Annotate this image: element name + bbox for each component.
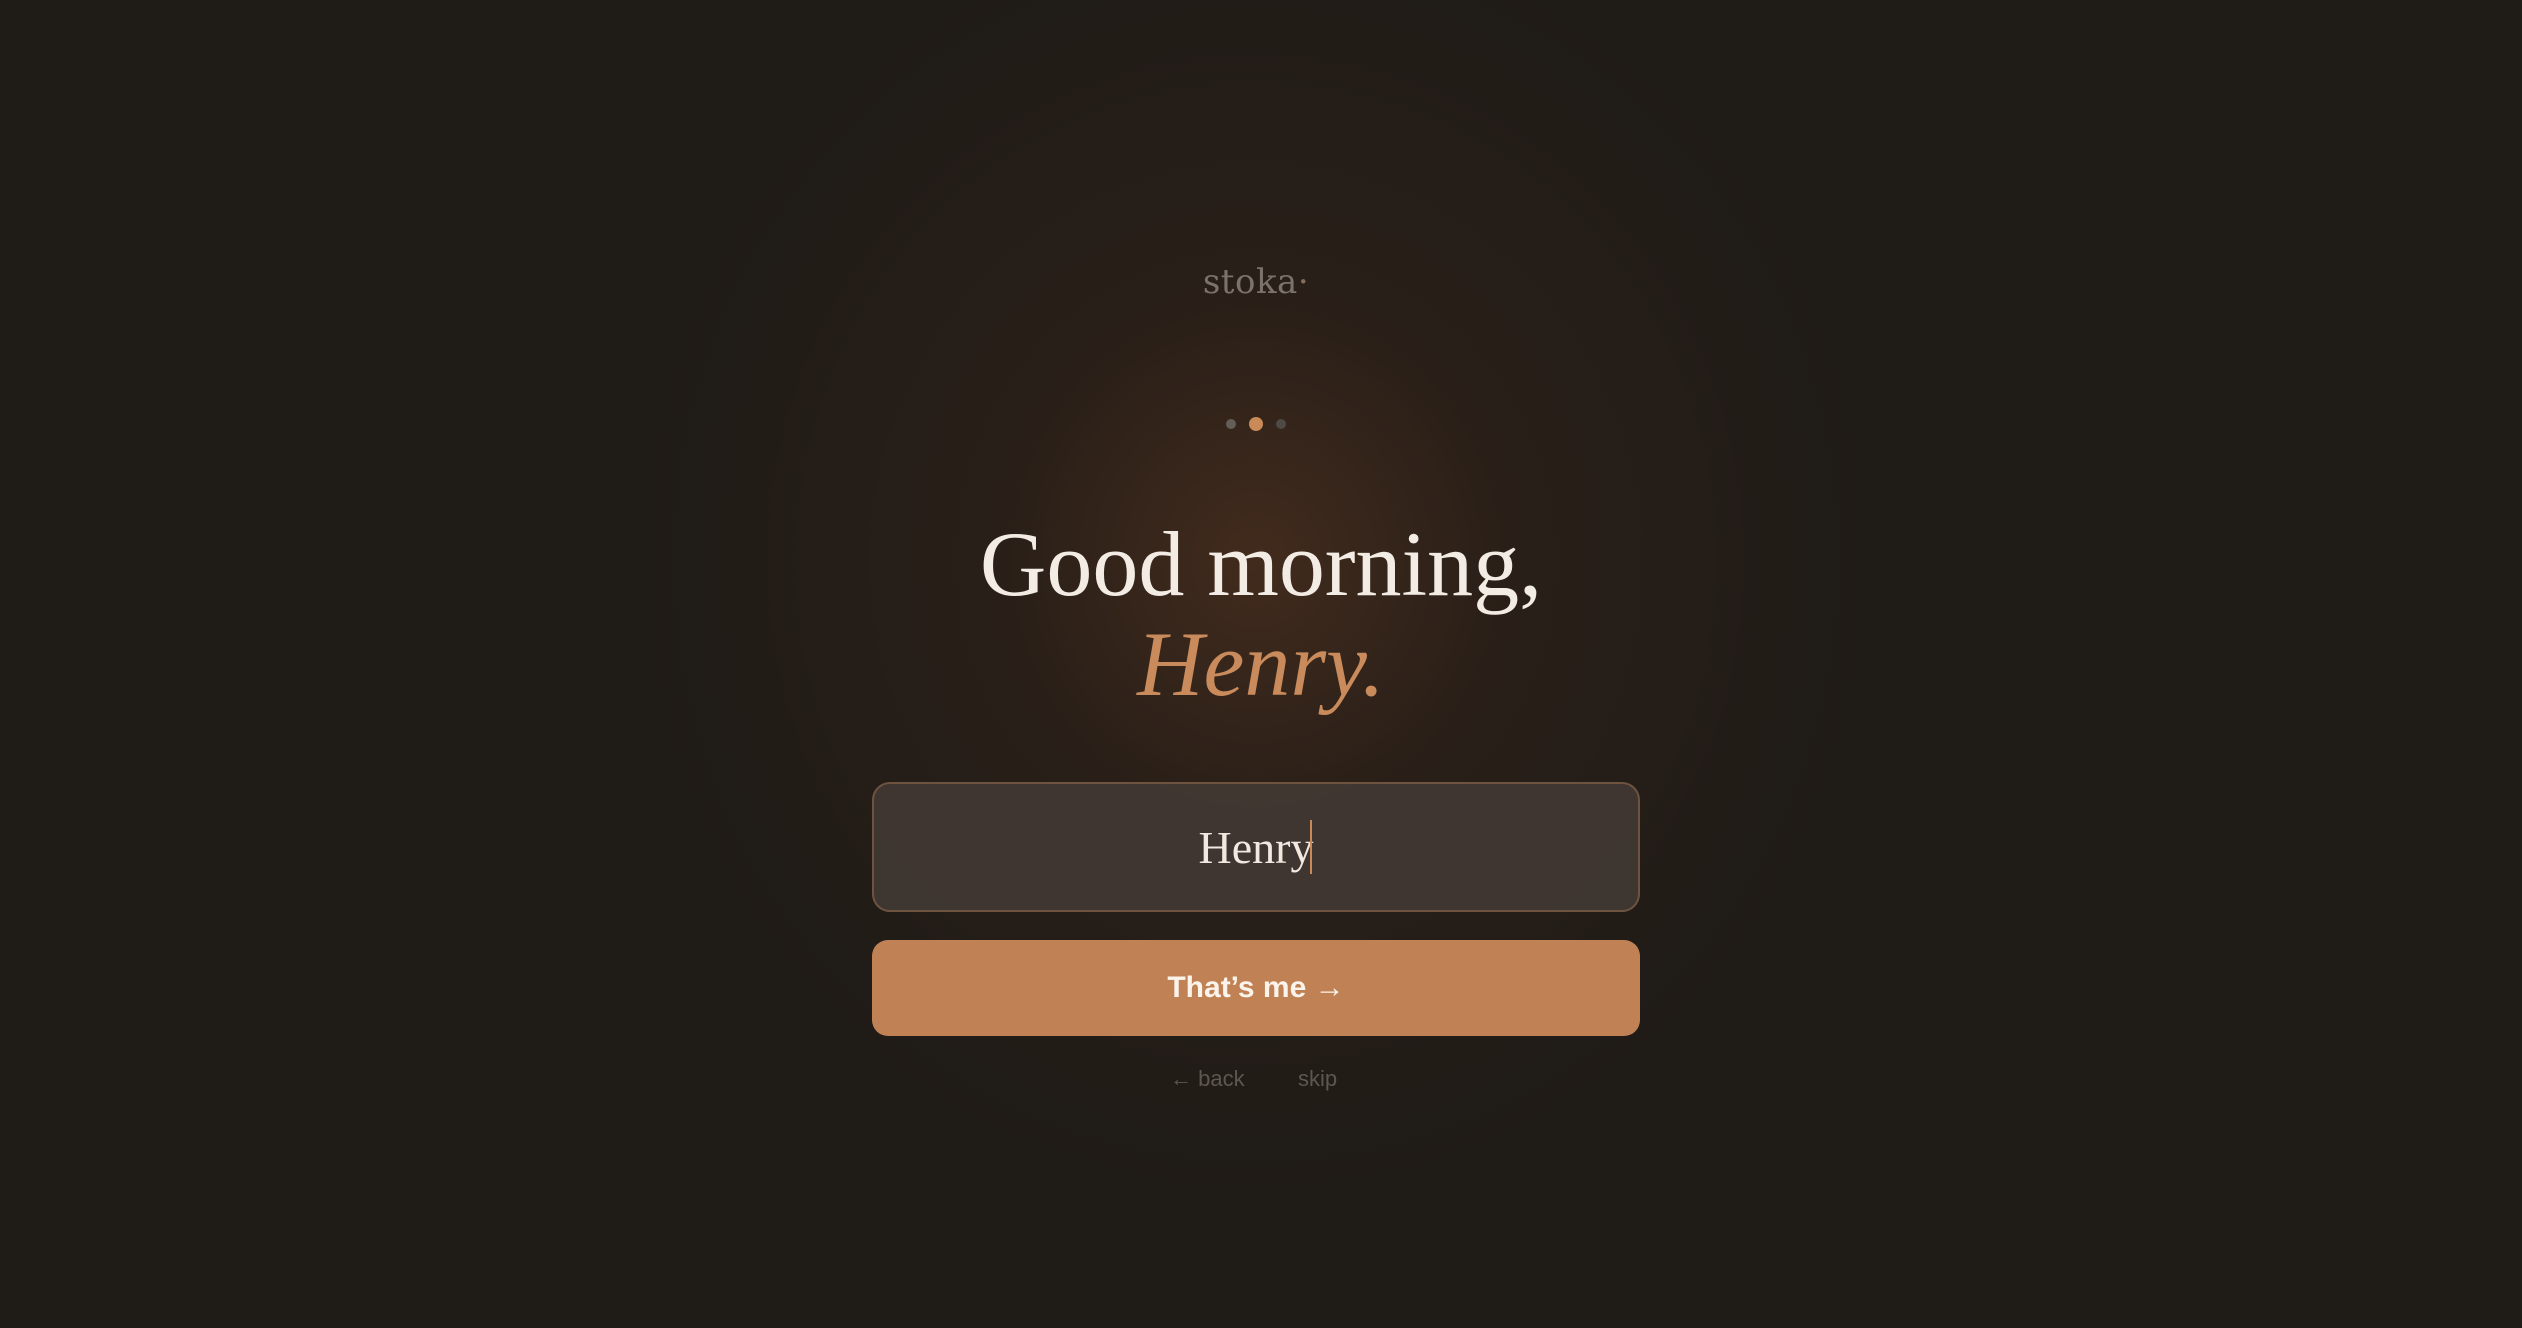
step-indicator — [1226, 416, 1286, 432]
step-dot-2-active — [1249, 417, 1263, 431]
back-link[interactable]: ← back — [1170, 1066, 1245, 1092]
step-dot-1 — [1226, 419, 1236, 429]
secondary-links: ← back skip — [1160, 1066, 1360, 1100]
greeting-name: Henry. — [1137, 613, 1385, 715]
greeting-heading: Good morning, — [979, 513, 1543, 615]
name-input[interactable] — [874, 820, 1638, 874]
confirm-button[interactable]: That’s me → — [872, 940, 1640, 1036]
brand-mark: · — [1297, 262, 1310, 302]
brand-name: stoka — [1202, 262, 1298, 302]
text-cursor — [1310, 820, 1312, 874]
brand-logo: stoka· — [1161, 262, 1351, 302]
skip-link[interactable]: skip — [1298, 1066, 1337, 1092]
step-dot-3 — [1276, 419, 1286, 429]
name-field[interactable] — [872, 782, 1640, 912]
